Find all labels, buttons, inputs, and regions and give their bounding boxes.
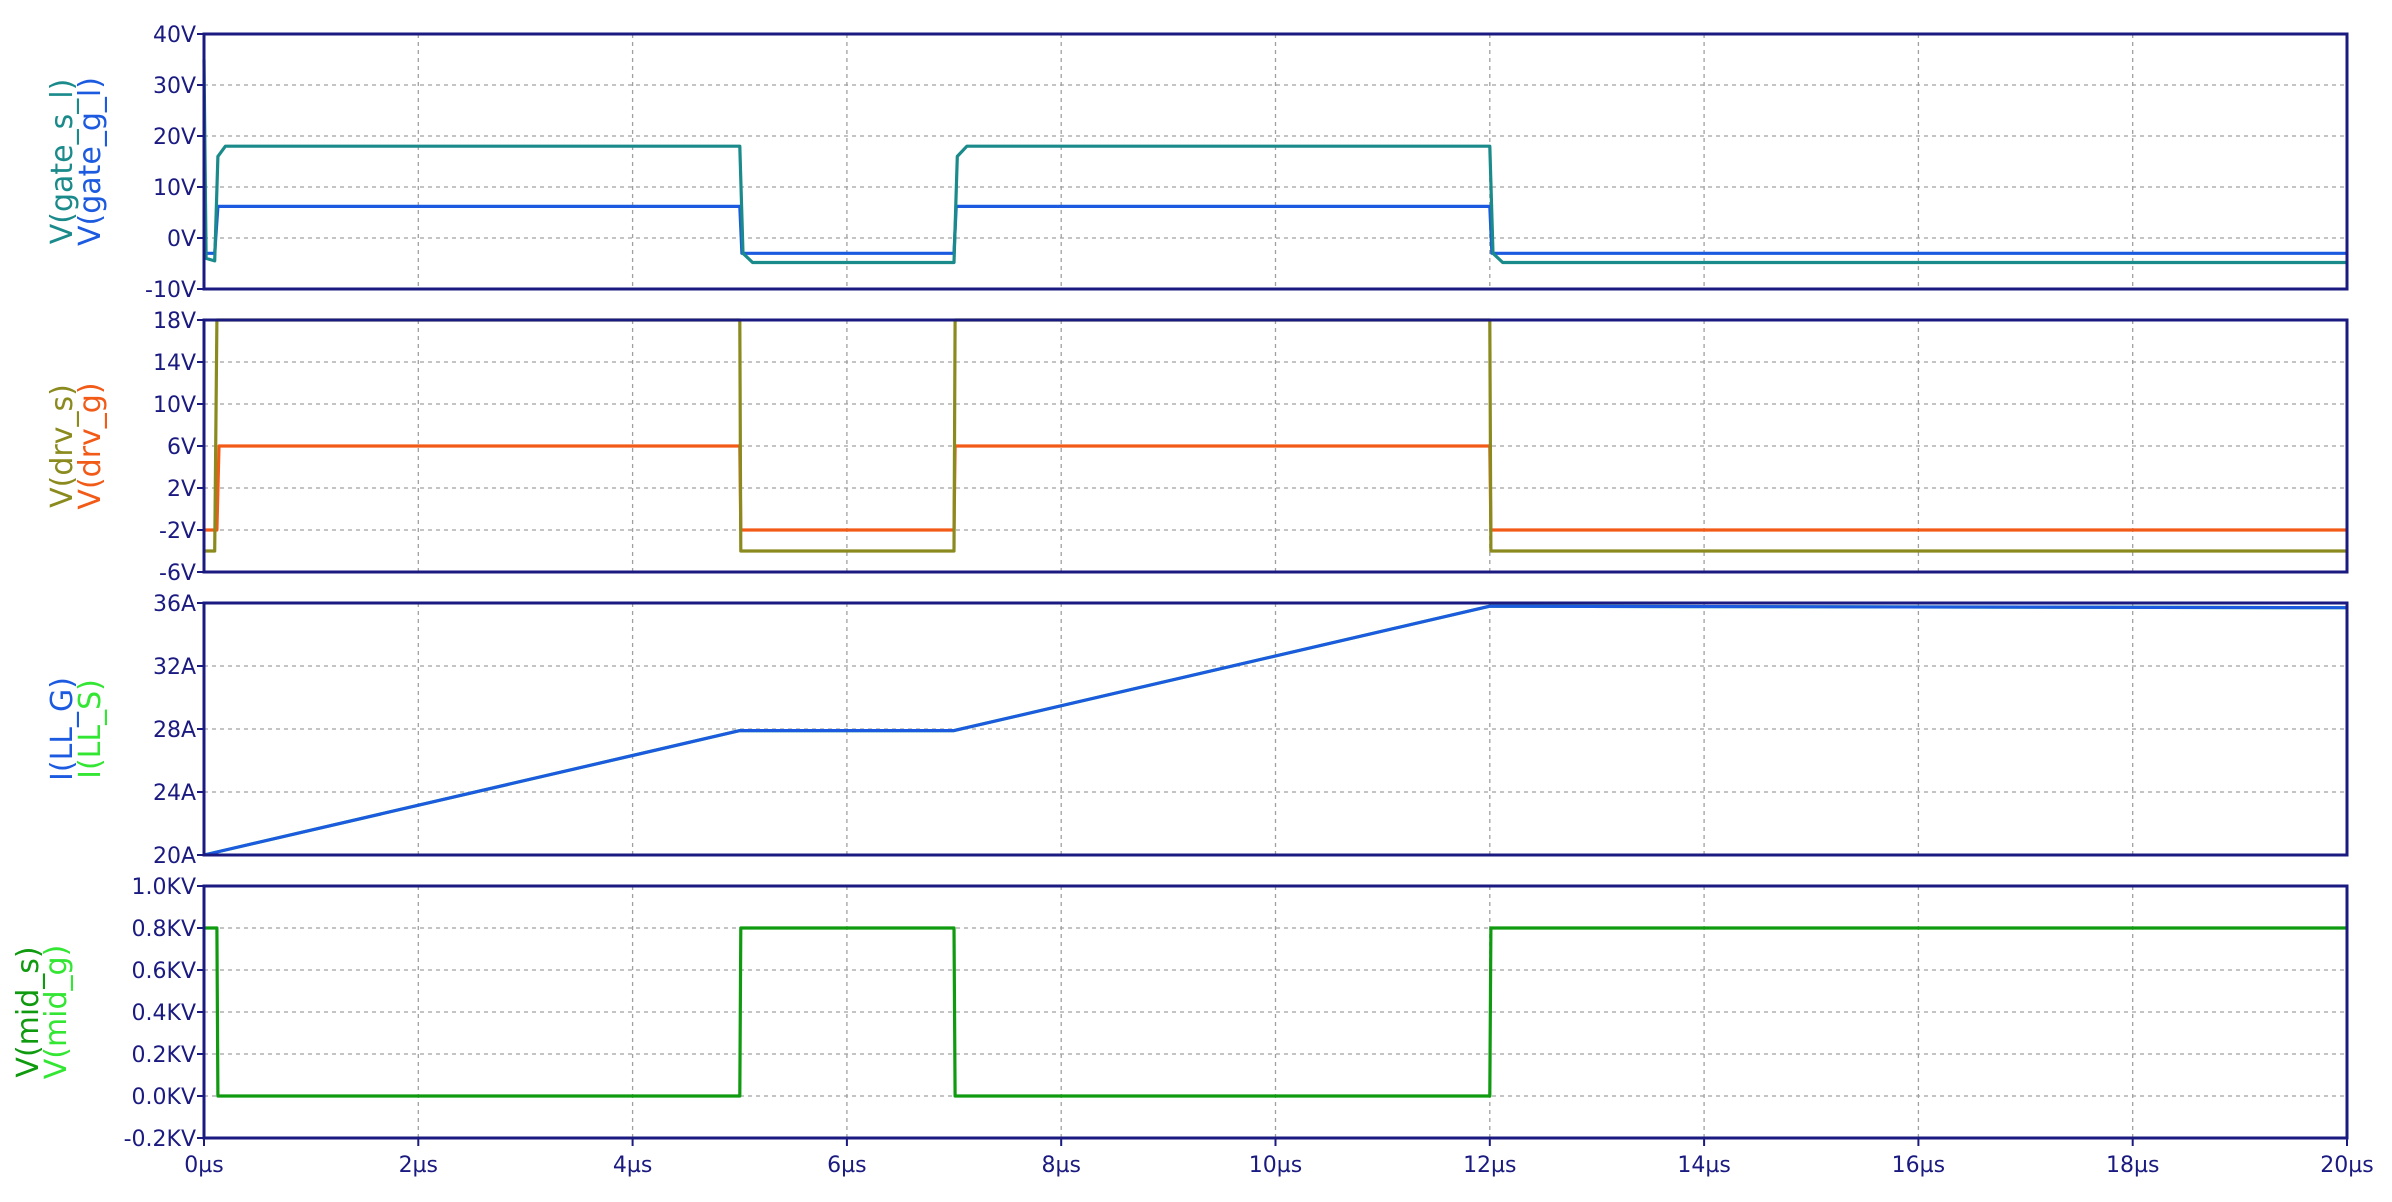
x-axis: 0µs 2µs 4µs 6µs 8µs 10µs 12µs 14µs 16µs 18µs 20µs [184, 1138, 2374, 1178]
y-tick-label: 14V [153, 351, 196, 376]
y-tick-label: -10V [145, 278, 196, 303]
x-tick-label: 18µs [2106, 1153, 2159, 1178]
y-tick-label: 20V [153, 125, 196, 150]
legend-gate-1: V(gate_g_l) [73, 77, 108, 246]
y-tick-label: -0.2KV [124, 1127, 196, 1152]
y-tick-label: 0V [167, 227, 196, 252]
waveform-viewer: 40V 30V 20V 10V 0V -10V V(gate_s_l) V(gate_g_l)… [0, 0, 2392, 1198]
legend-mid-1: V(mid_g) [39, 945, 74, 1080]
x-tick-label: 20µs [2320, 1153, 2373, 1178]
y-tick-label: 6V [167, 435, 196, 460]
x-tick-label: 10µs [1249, 1153, 1302, 1178]
panel-current: 36A32A28A24A20AI(LL_G)I(LL_S) [45, 592, 2349, 869]
x-tick-label: 16µs [1892, 1153, 1945, 1178]
y-tick-label: 2V [167, 477, 196, 502]
x-tick-label: 2µs [399, 1153, 438, 1178]
x-tick-label: 6µs [827, 1153, 866, 1178]
panel-mid: 1.0KV 0.8KV 0.6KV 0.4KV 0.2KV 0.0KV -0.2KV V(mi… [11, 875, 2349, 1152]
panel-gate: 40V30V20V10V0V-10VV(gate_s_l)V(gate_g_l) [45, 23, 2349, 303]
x-tick-label: 4µs [613, 1153, 652, 1178]
panel-driver: 18V14V10V6V2V-2V-6VV(drv_s)V(drv_g) [45, 309, 2349, 586]
y-tick-label: -2V [159, 519, 196, 544]
y-tick-label: 10V [153, 176, 196, 201]
y-tick-label: 28A [153, 718, 196, 743]
x-tick-label: 14µs [1677, 1153, 1730, 1178]
y-tick-label: 24A [153, 781, 196, 806]
y-tick-label: 32A [153, 655, 196, 680]
y-tick-label: 30V [153, 74, 196, 99]
y-tick-label: -6V [159, 561, 196, 586]
y-tick-label: 0.8KV [132, 917, 196, 942]
y-tick-label: 10V [153, 393, 196, 418]
y-tick-label: 18V [153, 309, 196, 334]
y-tick-label: 1.0KV [132, 875, 196, 900]
y-tick-label: 20A [153, 844, 196, 869]
y-tick-label: 0.2KV [132, 1043, 196, 1068]
y-tick-label: 0.6KV [132, 959, 196, 984]
x-tick-label: 12µs [1463, 1153, 1516, 1178]
series-line-gate-0 [202, 59, 2347, 265]
y-tick-label: 0.4KV [132, 1001, 196, 1026]
x-tick-label: 8µs [1041, 1153, 1080, 1178]
legend-driver-1: V(drv_g) [73, 382, 108, 509]
y-tick-label: 36A [153, 592, 196, 617]
y-tick-label: 0.0KV [132, 1085, 196, 1110]
legend-current-1: I(LL_S) [73, 679, 108, 779]
waveform-plot: 40V30V20V10V0V-10VV(gate_s_l)V(gate_g_l)… [11, 23, 2374, 1178]
y-tick-label: 40V [153, 23, 196, 48]
x-tick-label: 0µs [184, 1153, 223, 1178]
